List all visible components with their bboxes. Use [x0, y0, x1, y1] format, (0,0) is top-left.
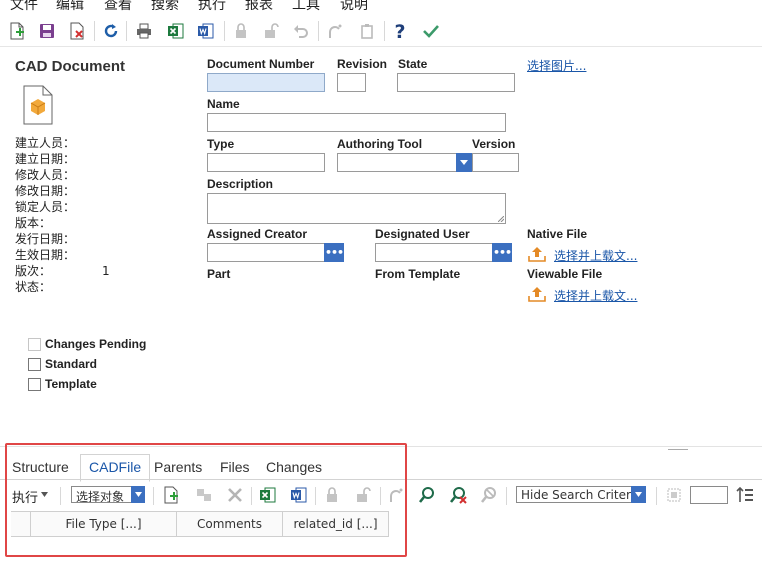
- state-meta-label: 状态：: [15, 280, 52, 294]
- type-label: Type: [207, 137, 235, 151]
- viewable-file-upload-link[interactable]: 选择并上载文...: [554, 287, 637, 304]
- main-toolbar: ?: [0, 15, 762, 47]
- changes-pending-label: Changes Pending: [45, 337, 147, 351]
- help-icon[interactable]: ?: [389, 20, 411, 42]
- upload-icon[interactable]: [528, 286, 546, 305]
- excel-icon[interactable]: [165, 20, 187, 42]
- assigned-creator-label: Assigned Creator: [207, 227, 308, 241]
- type-field[interactable]: [207, 153, 325, 172]
- lock-icon[interactable]: [230, 20, 252, 42]
- page-size-icon[interactable]: [663, 484, 685, 506]
- menu-search[interactable]: 搜索: [151, 0, 179, 14]
- designated-user-label: Designated User: [375, 227, 470, 241]
- revision-label: Revision: [337, 57, 388, 71]
- save-icon[interactable]: [36, 20, 58, 42]
- select-image-link[interactable]: 选择图片...: [527, 57, 586, 74]
- unlock-icon[interactable]: [260, 20, 282, 42]
- splitter-handle[interactable]: [668, 449, 688, 450]
- page-size-input[interactable]: [690, 486, 728, 504]
- assigned-creator-lookup-button[interactable]: •••: [324, 243, 344, 262]
- undo-icon[interactable]: [290, 20, 312, 42]
- created-by-label: 建立人员：: [15, 136, 76, 150]
- upload-icon[interactable]: [528, 246, 546, 265]
- version-field[interactable]: [472, 153, 519, 172]
- description-textarea[interactable]: [207, 193, 506, 224]
- revision-field[interactable]: [337, 73, 366, 92]
- highlight-frame: [5, 443, 407, 557]
- authoring-tool-label: Authoring Tool: [337, 137, 423, 151]
- svg-text:?: ?: [394, 21, 405, 41]
- authoring-tool-dropdown-button[interactable]: [456, 153, 472, 172]
- name-field[interactable]: [207, 113, 506, 132]
- menu-reports[interactable]: 报表: [245, 0, 273, 14]
- menu-view[interactable]: 查看: [104, 0, 132, 14]
- assigned-creator-field[interactable]: [207, 243, 325, 262]
- search-disabled-icon[interactable]: [478, 484, 500, 506]
- generation-value: 1: [102, 264, 110, 278]
- menu-edit[interactable]: 编辑: [56, 0, 84, 14]
- sort-icon[interactable]: [734, 484, 756, 506]
- document-number-field[interactable]: [207, 73, 325, 92]
- template-checkbox[interactable]: [28, 378, 41, 391]
- menu-tools[interactable]: 工具: [292, 0, 320, 14]
- cad-document-icon: [22, 85, 54, 128]
- changes-pending-checkbox: [28, 338, 41, 351]
- description-label: Description: [207, 177, 274, 191]
- standard-checkbox[interactable]: [28, 358, 41, 371]
- word-icon[interactable]: [195, 20, 217, 42]
- native-file-upload-link[interactable]: 选择并上载文...: [554, 247, 637, 264]
- item-type-title: CAD Document: [15, 58, 126, 75]
- designated-user-lookup-button[interactable]: •••: [492, 243, 512, 262]
- effective-date-label: 生效日期：: [15, 248, 76, 262]
- viewable-file-label: Viewable File: [527, 267, 603, 281]
- version-label: Version: [472, 137, 516, 151]
- name-label: Name: [207, 97, 240, 111]
- from-template-label: From Template: [375, 267, 461, 281]
- resize-handle-icon[interactable]: [498, 216, 504, 222]
- new-icon[interactable]: [6, 20, 28, 42]
- print-icon[interactable]: [133, 20, 155, 42]
- version-meta-label: 版本：: [15, 216, 52, 230]
- state-label: State: [398, 57, 428, 71]
- state-field[interactable]: [397, 73, 515, 92]
- menu-bar: 文件 编辑 查看 搜索 执行 报表 工具 说明: [0, 0, 762, 14]
- refresh-icon[interactable]: [100, 20, 122, 42]
- search-icon[interactable]: [416, 484, 438, 506]
- locked-by-label: 锁定人员：: [15, 200, 76, 214]
- chevron-down-icon: [635, 492, 642, 497]
- release-date-label: 发行日期：: [15, 232, 76, 246]
- part-label: Part: [207, 267, 231, 281]
- document-number-label: Document Number: [207, 57, 315, 71]
- standard-label: Standard: [45, 357, 98, 371]
- created-on-label: 建立日期：: [15, 152, 76, 166]
- clear-search-icon[interactable]: [447, 484, 469, 506]
- done-icon[interactable]: [420, 20, 442, 42]
- designated-user-field[interactable]: [375, 243, 493, 262]
- native-file-label: Native File: [527, 227, 588, 241]
- clipboard-icon[interactable]: [356, 20, 378, 42]
- generation-label: 版次：: [15, 264, 52, 278]
- menu-help[interactable]: 说明: [340, 0, 368, 14]
- search-mode-dropdown-button[interactable]: [631, 486, 646, 503]
- delete-icon[interactable]: [66, 20, 88, 42]
- menu-file[interactable]: 文件: [10, 0, 38, 14]
- authoring-tool-select[interactable]: [337, 153, 457, 172]
- menu-execute[interactable]: 执行: [198, 0, 226, 14]
- chevron-down-icon: [460, 160, 468, 165]
- template-label: Template: [45, 377, 97, 391]
- search-mode-select[interactable]: Hide Search Criteria: [516, 486, 633, 503]
- promote-icon[interactable]: [324, 20, 346, 42]
- modified-on-label: 修改日期：: [15, 184, 76, 198]
- modified-by-label: 修改人员：: [15, 168, 76, 182]
